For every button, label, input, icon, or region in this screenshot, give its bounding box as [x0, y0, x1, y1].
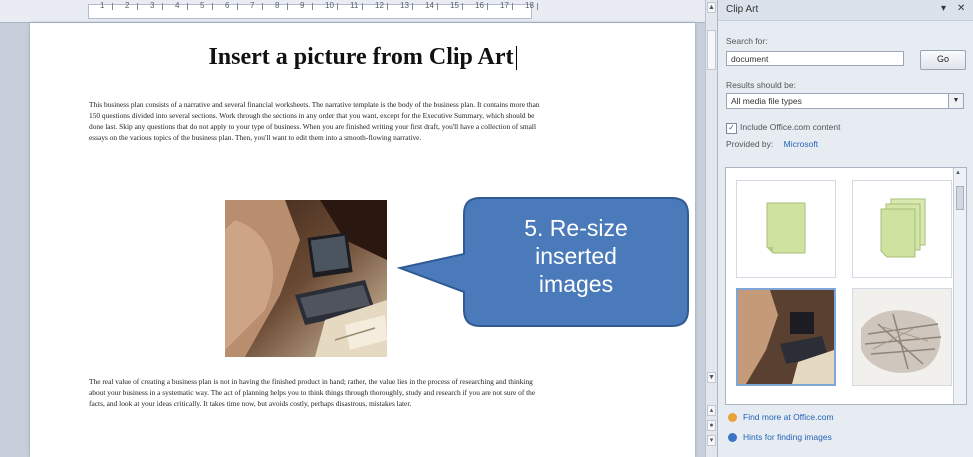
search-input[interactable]: document [726, 51, 904, 66]
ruler-number: 7 [250, 1, 255, 10]
body-paragraph-1[interactable]: This business plan consists of a narrati… [89, 99, 549, 143]
document-heading[interactable]: Insert a picture from Clip Art [30, 44, 695, 71]
laptop-photo-thumbnail [738, 290, 834, 384]
scroll-down-arrow-icon[interactable]: ▼ [707, 372, 716, 383]
document-area: 1 2 3 4 5 6 7 8 9 10 11 12 13 14 15 16 17 18 Insert a pic… [0, 0, 705, 457]
ruler-number: 11 [350, 1, 359, 10]
ruler-tick [262, 3, 263, 10]
help-icon [728, 433, 737, 443]
ruler-tick [112, 3, 113, 10]
provider-link[interactable]: Microsoft [784, 139, 818, 149]
ruler-number: 17 [500, 1, 509, 10]
paper-pile-photo-thumbnail [853, 289, 951, 385]
clip-art-pane: Clip Art ▾ ✕ Search for: document Go Res… [717, 0, 973, 457]
ruler-tick [437, 3, 438, 10]
previous-page-icon[interactable]: ▴ [707, 405, 716, 416]
go-button[interactable]: Go [920, 50, 966, 70]
body-paragraph-2[interactable]: The real value of creating a business pl… [89, 376, 549, 409]
ruler-number: 9 [300, 1, 305, 10]
ruler-number: 5 [200, 1, 205, 10]
provided-by-label: Provided by: [726, 139, 774, 149]
ruler-number: 3 [150, 1, 155, 10]
document-page[interactable]: Insert a picture from Clip Art This busi… [30, 23, 695, 457]
search-label: Search for: [726, 36, 768, 46]
ruler-number: 12 [375, 1, 384, 10]
ruler-tick [412, 3, 413, 10]
ruler-tick [312, 3, 313, 10]
ruler-text-region [88, 4, 532, 19]
pane-menu-icon[interactable]: ▾ [941, 3, 946, 14]
pane-header: Clip Art ▾ ✕ [718, 0, 973, 21]
ruler-tick [362, 3, 363, 10]
inserted-image[interactable] [225, 200, 387, 357]
ruler-tick [487, 3, 488, 10]
document-heading-text: Insert a picture from Clip Art [208, 44, 514, 70]
results-label: Results should be: [726, 80, 796, 90]
ruler-number: 6 [225, 1, 230, 10]
clip-result-2[interactable] [852, 180, 952, 278]
ruler-tick [337, 3, 338, 10]
dropdown-arrow-icon[interactable]: ▼ [948, 94, 963, 108]
close-icon[interactable]: ✕ [957, 3, 965, 14]
ruler-tick [287, 3, 288, 10]
clip-result-1[interactable] [736, 180, 836, 278]
results-grid: ▲ [725, 167, 967, 405]
media-type-select[interactable]: All media file types ▼ [726, 93, 964, 109]
clip-result-4[interactable] [852, 288, 952, 386]
hints-link[interactable]: Hints for finding images [743, 432, 832, 442]
document-vertical-scrollbar[interactable]: ▲ ▼ ▴ ● ▾ [705, 0, 717, 457]
find-more-link-row[interactable]: Find more at Office.com [728, 412, 834, 423]
horizontal-ruler[interactable]: 1 2 3 4 5 6 7 8 9 10 11 12 13 14 15 16 17 18 [0, 0, 705, 23]
ruler-number: 14 [425, 1, 434, 10]
ruler-tick [537, 3, 538, 10]
text-cursor [515, 46, 517, 71]
ruler-tick [137, 3, 138, 10]
clip-result-3-selected[interactable] [736, 288, 836, 386]
document-clipart-icon [766, 202, 806, 254]
ruler-number: 16 [475, 1, 484, 10]
ruler-tick [462, 3, 463, 10]
ruler-tick [512, 3, 513, 10]
provided-by: Provided by: Microsoft [726, 139, 818, 149]
ruler-number: 4 [175, 1, 180, 10]
ruler-tick [237, 3, 238, 10]
scroll-thumb[interactable] [707, 30, 716, 70]
ruler-number: 1 [100, 1, 105, 10]
documents-stack-clipart-icon [880, 198, 926, 258]
scroll-up-arrow-icon[interactable]: ▲ [955, 170, 961, 176]
ruler-tick [387, 3, 388, 10]
ruler-tick [212, 3, 213, 10]
ruler-tick [187, 3, 188, 10]
office-com-icon [728, 413, 737, 423]
include-office-checkbox[interactable]: ✓ [726, 123, 737, 134]
app-window: 1 2 3 4 5 6 7 8 9 10 11 12 13 14 15 16 17 18 Insert a pic… [0, 0, 973, 457]
find-more-link[interactable]: Find more at Office.com [743, 412, 834, 422]
ruler-number: 13 [400, 1, 409, 10]
scroll-up-arrow-icon[interactable]: ▲ [707, 2, 716, 13]
results-scroll-thumb[interactable] [956, 186, 964, 210]
ruler-number: 10 [325, 1, 334, 10]
browse-object-icon[interactable]: ● [707, 420, 716, 431]
media-type-value: All media file types [731, 96, 802, 106]
laptop-photo-image [225, 200, 387, 357]
ruler-number: 15 [450, 1, 459, 10]
hints-link-row[interactable]: Hints for finding images [728, 432, 832, 443]
ruler-number: 18 [525, 1, 534, 10]
ruler-number: 8 [275, 1, 280, 10]
ruler-number: 2 [125, 1, 130, 10]
next-page-icon[interactable]: ▾ [707, 435, 716, 446]
pane-title: Clip Art [726, 4, 759, 15]
results-scrollbar[interactable]: ▲ [953, 168, 966, 404]
ruler-tick [162, 3, 163, 10]
include-office-label: Include Office.com content [740, 122, 841, 132]
